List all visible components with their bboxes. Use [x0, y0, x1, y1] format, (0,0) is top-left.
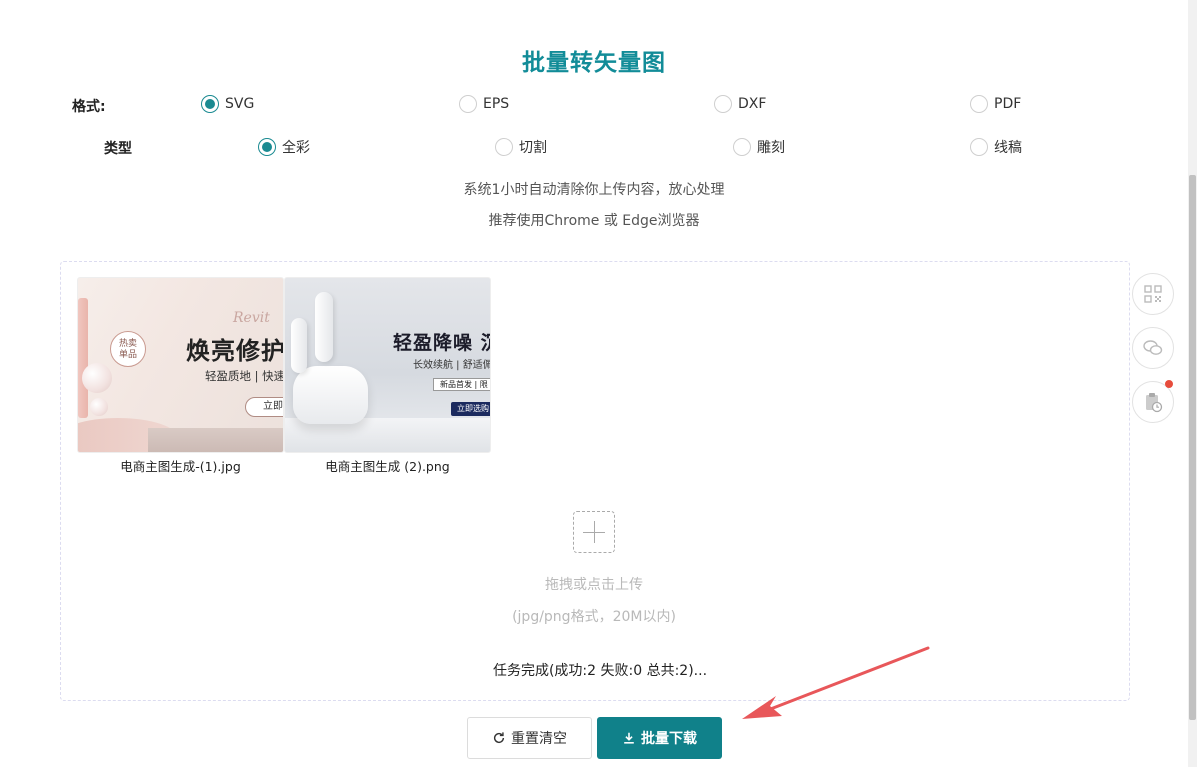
- reset-button-label: 重置清空: [511, 731, 567, 747]
- auto-clear-note: 系统1小时自动清除你上传内容，放心处理: [463, 182, 725, 198]
- radio-unchecked-icon: [459, 95, 477, 113]
- type-option-label: 雕刻: [757, 140, 785, 156]
- radio-checked-icon: [201, 95, 219, 113]
- browser-note: 推荐使用Chrome 或 Edge浏览器: [488, 213, 700, 229]
- download-button-label: 批量下载: [641, 731, 697, 747]
- file-name: 电商主图生成 (2).png: [325, 459, 450, 474]
- format-option-label: EPS: [483, 96, 510, 112]
- notification-dot: [1165, 380, 1173, 388]
- thumbnail-art: [78, 298, 88, 418]
- thumbnail-text: 立即: [245, 397, 283, 417]
- clipboard-clock-icon: [1146, 393, 1163, 413]
- reset-button[interactable]: 重置清空: [467, 717, 592, 759]
- page-title: 批量转矢量图: [522, 50, 666, 76]
- format-radio-eps[interactable]: EPS: [459, 95, 509, 113]
- format-option-label: DXF: [738, 96, 767, 112]
- radio-unchecked-icon: [495, 138, 513, 156]
- type-option-label: 切割: [519, 140, 547, 156]
- batch-download-button[interactable]: 批量下载: [597, 717, 722, 759]
- thumbnail-text: 焕亮修护: [186, 337, 284, 365]
- radio-unchecked-icon: [733, 138, 751, 156]
- thumbnail-text: 轻盈质地 | 快速: [205, 369, 284, 383]
- thumbnail-text: 长效续航 | 舒适佩戴: [413, 360, 490, 371]
- download-icon: [624, 732, 634, 744]
- format-radio-dxf[interactable]: DXF: [714, 95, 766, 113]
- thumbnail-badge: 热卖 单品: [110, 331, 146, 367]
- task-status: 任务完成(成功:2 失败:0 总共:2)...: [492, 663, 708, 679]
- type-radio-fullcolor[interactable]: 全彩: [258, 137, 310, 157]
- qrcode-icon: [1144, 285, 1162, 303]
- file-name: 电商主图生成-(1).jpg: [120, 459, 241, 474]
- thumbnail-art: [148, 428, 283, 452]
- thumbnail-text: 单品: [118, 350, 137, 360]
- thumbnail-text: 热卖: [118, 339, 137, 349]
- radio-checked-icon: [258, 138, 276, 156]
- wechat-button[interactable]: [1132, 327, 1174, 369]
- type-option-label: 全彩: [282, 140, 310, 156]
- thumbnail-art: [82, 363, 112, 393]
- format-radio-svg[interactable]: SVG: [201, 95, 254, 113]
- thumbnail-text: 轻盈降噪 沉: [393, 332, 491, 354]
- thumbnail-text: 新品首发 | 限: [433, 378, 490, 391]
- format-label: 格式:: [72, 99, 106, 115]
- type-option-label: 线稿: [994, 140, 1022, 156]
- file-thumbnail[interactable]: 轻盈降噪 沉 长效续航 | 舒适佩戴 新品首发 | 限 立即选购: [284, 277, 491, 453]
- radio-unchecked-icon: [714, 95, 732, 113]
- format-option-label: SVG: [225, 96, 255, 112]
- thumbnail-art: [293, 366, 368, 424]
- wechat-icon: [1143, 340, 1163, 355]
- thumbnail-text: 立即选购: [451, 402, 490, 416]
- type-radio-cut[interactable]: 切割: [495, 137, 547, 157]
- file-thumbnail[interactable]: 热卖 单品 Revit 焕亮修护 轻盈质地 | 快速 立即: [77, 277, 284, 453]
- type-radio-engrave[interactable]: 雕刻: [733, 137, 785, 157]
- radio-unchecked-icon: [970, 138, 988, 156]
- thumbnail-text: Revit: [233, 310, 270, 326]
- thumbnail-art: [291, 318, 307, 373]
- format-option-label: PDF: [994, 96, 1022, 112]
- upload-formats: (jpg/png格式，20M以内): [512, 609, 676, 625]
- type-radio-lineart[interactable]: 线稿: [970, 137, 1022, 157]
- type-label: 类型: [104, 141, 132, 157]
- format-radio-pdf[interactable]: PDF: [970, 95, 1021, 113]
- radio-unchecked-icon: [970, 95, 988, 113]
- qrcode-button[interactable]: [1132, 273, 1174, 315]
- upload-hint: 拖拽或点击上传: [545, 577, 643, 593]
- scrollbar-thumb[interactable]: [1189, 175, 1196, 720]
- refresh-icon: [493, 732, 505, 744]
- thumbnail-art: [315, 292, 333, 362]
- add-file-icon[interactable]: [573, 511, 615, 553]
- thumbnail-art: [90, 398, 108, 416]
